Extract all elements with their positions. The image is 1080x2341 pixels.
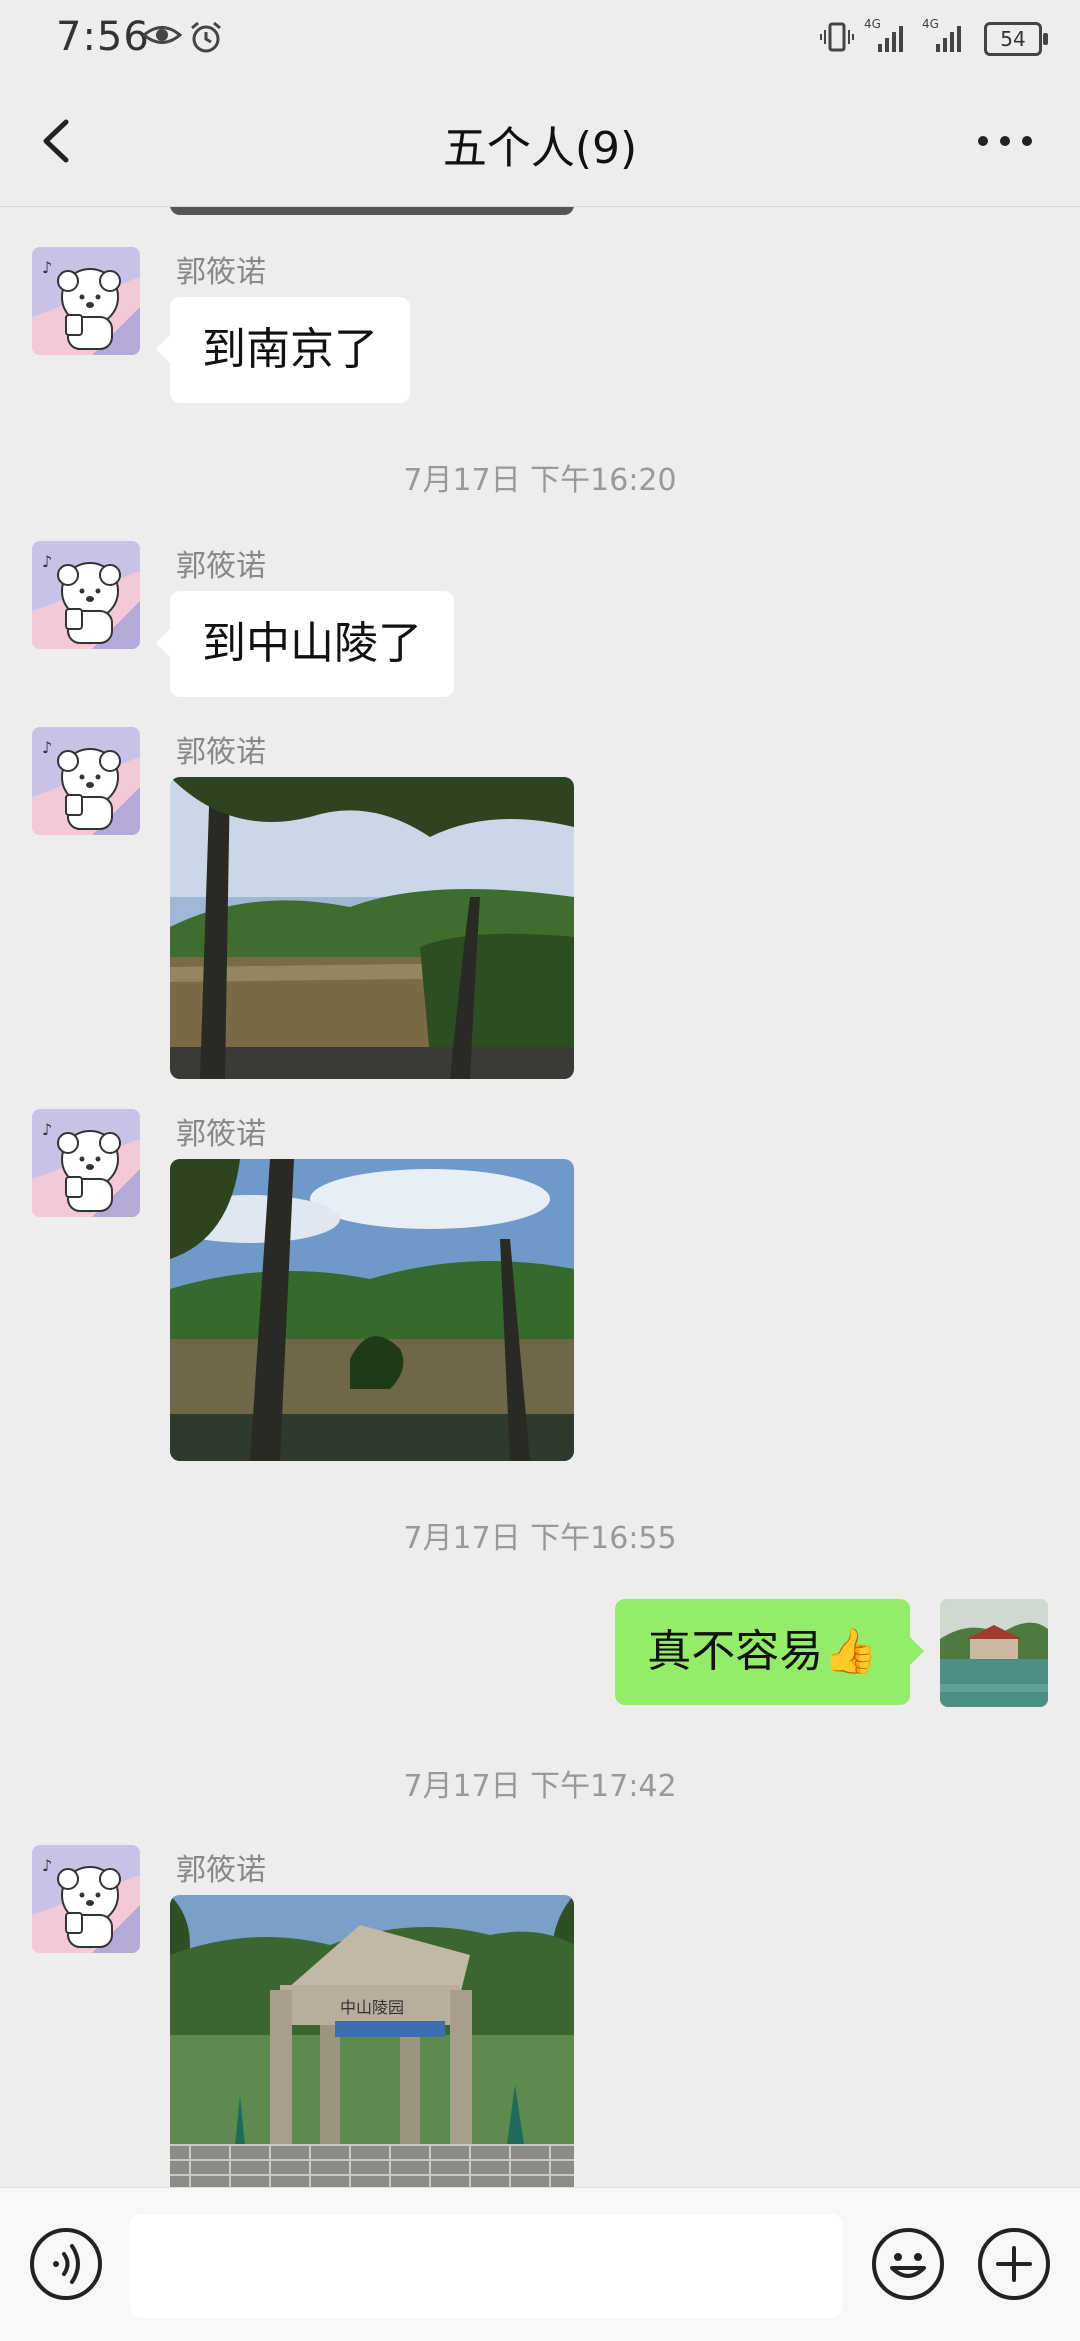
message-bubble-self[interactable]: 真不容易👍 <box>615 1599 924 1705</box>
voice-icon <box>53 2244 80 2284</box>
gate-sign-text: 中山陵园 <box>340 1998 404 2017</box>
net1-label: 4G <box>864 17 881 31</box>
more-dots-icon <box>978 136 1032 146</box>
plus-icon <box>996 2246 1032 2282</box>
alarm-icon <box>188 20 224 58</box>
signal-icon: 4G <box>864 16 914 60</box>
svg-text:♪: ♪ <box>42 1120 52 1139</box>
timestamp: 7月17日 下午17:42 <box>403 1769 677 1804</box>
zhongshanling-gate-photo[interactable]: 中山陵园 <box>170 1895 574 2187</box>
message-input[interactable] <box>130 2214 842 2318</box>
chat-history[interactable]: ♪ 郭筱诺 到南京了 7月17日 下午16:20 ♪ 郭筱诺 到中山陵了 ♪ 郭… <box>0 207 1080 2187</box>
timestamp: 7月17日 下午16:20 <box>403 463 677 498</box>
avatar[interactable]: ♪ <box>32 247 140 355</box>
chat-header: 五个人(9) <box>0 76 1080 207</box>
sender-name: 郭筱诺 <box>176 1853 266 1888</box>
emoji-button[interactable] <box>872 2228 944 2300</box>
avatar-self[interactable] <box>940 1599 1048 1707</box>
avatar[interactable]: ♪ <box>32 727 140 835</box>
partial-image[interactable] <box>170 207 574 215</box>
message-bubble[interactable]: 到中山陵了 <box>156 591 454 697</box>
net2-label: 4G <box>922 17 939 31</box>
voice-button[interactable] <box>30 2228 102 2300</box>
signal-icon: 4G <box>922 16 972 60</box>
lake-trees-photo[interactable] <box>170 777 574 1079</box>
lake-trees-photo-2[interactable] <box>170 1159 574 1461</box>
status-bar: 7:56 4G 4G 54 <box>0 0 1080 76</box>
emoji-icon <box>890 2253 926 2278</box>
avatar[interactable]: ♪ <box>32 541 140 649</box>
more-features-button[interactable] <box>978 2228 1050 2300</box>
battery-indicator: 54 <box>984 22 1048 56</box>
vibrate-icon <box>820 20 854 58</box>
avatar[interactable]: ♪ <box>32 1109 140 1217</box>
svg-text:♪: ♪ <box>42 1856 52 1875</box>
status-time: 7:56 <box>56 14 150 60</box>
timestamp: 7月17日 下午16:55 <box>403 1521 677 1556</box>
message-bubble[interactable]: 到南京了 <box>156 297 410 403</box>
sender-name: 郭筱诺 <box>176 549 266 584</box>
svg-text:♪: ♪ <box>42 258 52 277</box>
svg-text:♪: ♪ <box>42 738 52 757</box>
avatar[interactable]: ♪ <box>32 1845 140 1953</box>
more-button[interactable] <box>970 108 1040 174</box>
sender-name: 郭筱诺 <box>176 1117 266 1152</box>
chat-title: 五个人(9) <box>442 123 638 174</box>
svg-text:♪: ♪ <box>42 552 52 571</box>
sender-name: 郭筱诺 <box>176 255 266 290</box>
sender-name: 郭筱诺 <box>176 735 266 770</box>
input-bar <box>0 2187 1080 2341</box>
eye-icon <box>141 20 183 54</box>
